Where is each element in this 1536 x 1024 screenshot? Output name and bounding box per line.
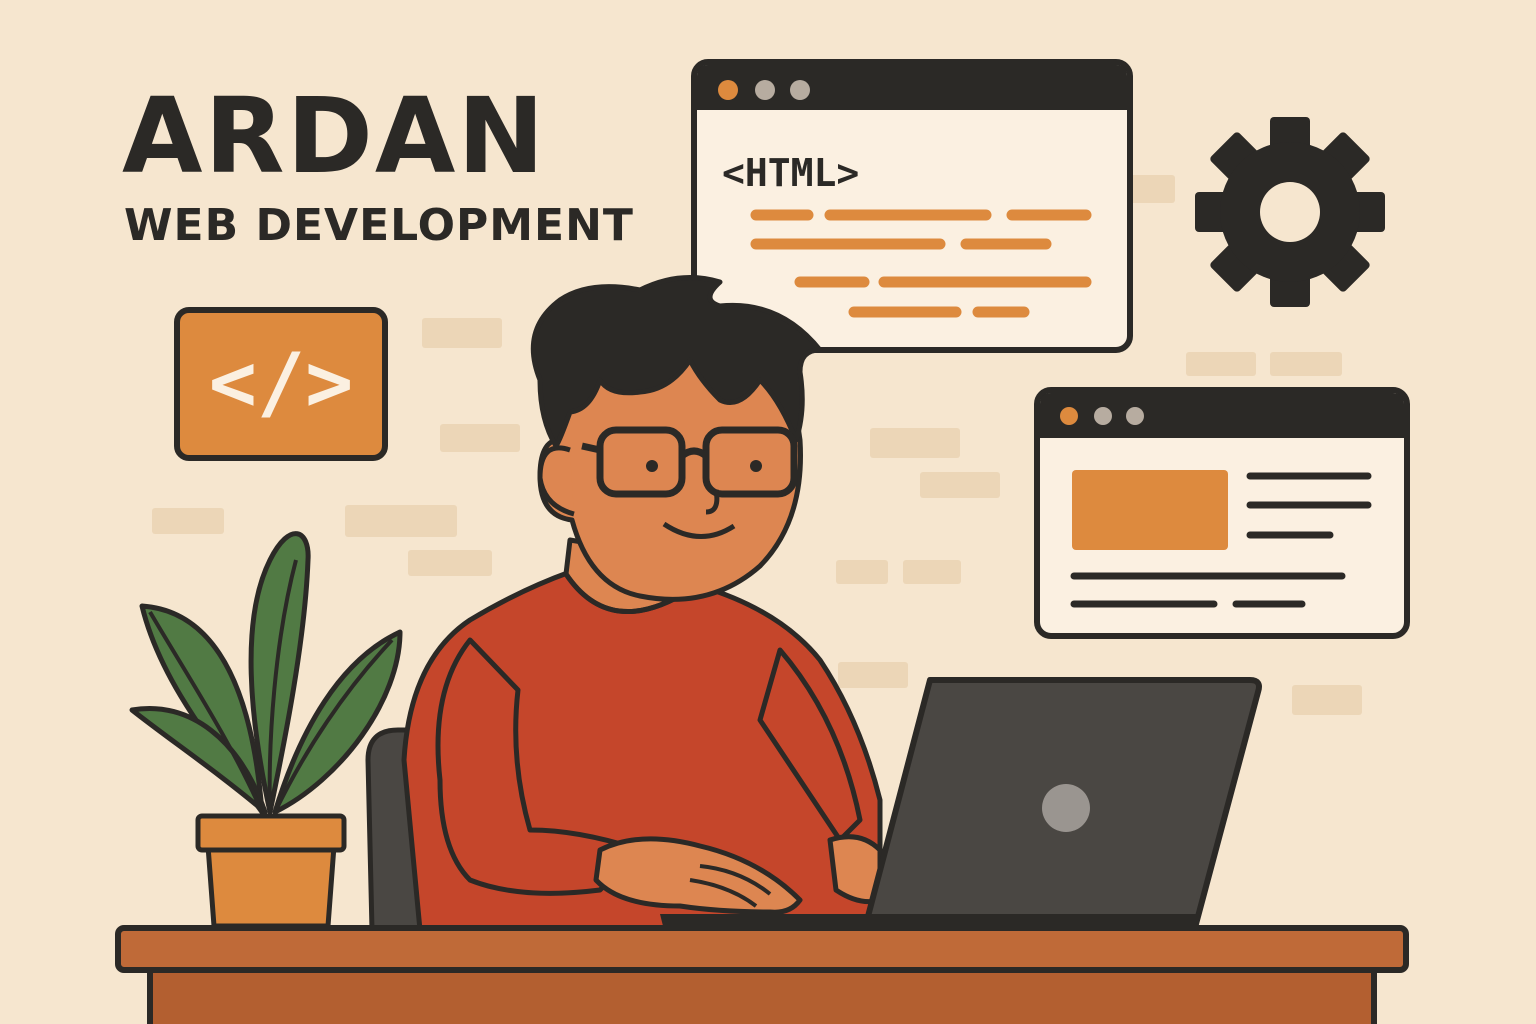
window-dot-gray — [755, 80, 775, 100]
code-icon: </> — [174, 307, 388, 461]
gear-icon — [1195, 117, 1385, 307]
browser-window-icon — [1034, 387, 1410, 639]
desk — [115, 925, 1409, 1024]
brand-subtitle: WEB DEVELOPMENT — [124, 200, 634, 251]
html-tag-text: <HTML> — [722, 151, 859, 195]
person — [401, 275, 883, 933]
brand-title: ARDAN — [122, 75, 546, 197]
plant-icon — [129, 531, 403, 929]
scene-svg: ARDAN WEB DEVELOPMENT <HTML> </> — [115, 59, 1410, 1024]
window-dot-orange — [718, 80, 738, 100]
code-badge-text: </> — [209, 336, 354, 429]
window-dot-gray — [790, 80, 810, 100]
illustration-scene: ARDAN WEB DEVELOPMENT <HTML> </> — [0, 0, 1536, 1024]
